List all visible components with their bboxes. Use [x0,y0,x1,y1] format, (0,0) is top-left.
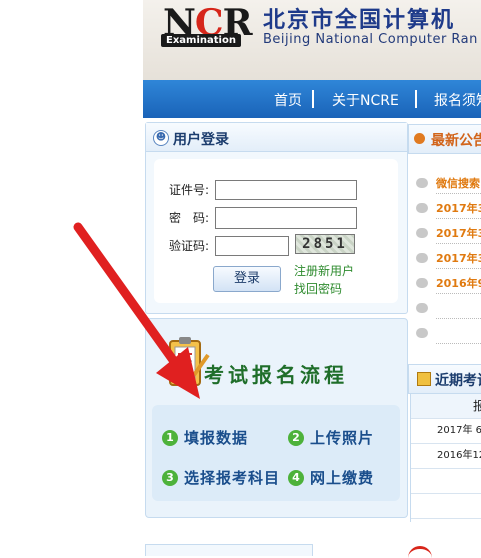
divider [436,193,481,195]
nav-separator [415,90,417,108]
red-arrow-annotation [73,222,200,399]
forgot-password-link[interactable]: 找回密码 [294,280,342,297]
notice-item[interactable]: 2017年3, [436,250,481,266]
table-header: 报 [411,394,481,419]
id-number-input[interactable] [215,180,357,200]
notice-item[interactable]: 2016年9, [436,275,481,291]
nav-item-home[interactable]: 首页 [274,90,302,110]
header-banner: NCR Examination 北京市全国计算机 Beijing Nationa… [143,0,481,80]
table-row [411,469,481,494]
table-row: 2017年 6 [411,419,481,444]
divider [436,293,481,295]
recent-exams-title: 近期考试 [435,373,481,389]
step-number: 3 [162,470,178,486]
id-number-label: 证件号: [169,183,210,197]
nav-separator [312,90,314,108]
speech-bubble-icon [416,253,428,263]
register-link[interactable]: 注册新用户 [294,262,354,279]
step-upload-photo[interactable]: 2 上传照片 [288,427,374,448]
divider [436,343,481,345]
table-row: 2016年12 [411,444,481,469]
step-label: 网上缴费 [310,469,375,487]
nav-item-about[interactable]: 关于NCRE [332,90,399,110]
logo-tagline: Examination [161,34,241,47]
nav-item-registration-notice[interactable]: 报名须知 [434,90,481,110]
step-label: 上传照片 [310,429,375,447]
divider [436,243,481,245]
bottom-panel-header [145,544,313,556]
main-nav: 首页 关于NCRE 报名须知 [143,80,481,118]
speech-bubble-icon [416,278,428,288]
step-online-payment[interactable]: 4 网上缴费 [288,467,374,488]
step-select-subject[interactable]: 3 选择报考科目 [162,467,280,488]
step-fill-data[interactable]: 1 填报数据 [162,427,248,448]
step-number: 1 [162,430,178,446]
login-title: 用户登录 [173,132,229,148]
step-number: 4 [288,470,304,486]
recent-exams-table: 报 2017年 6 2016年12 [410,394,481,522]
notice-item[interactable]: 2017年3, [436,200,481,216]
bottom-red-logo [408,546,432,558]
notices-header: 最新公告 [408,124,481,154]
divider [436,318,481,320]
step-number: 2 [288,430,304,446]
notice-item[interactable]: 2017年3, [436,225,481,241]
login-panel-header: ☻ 用户登录 [146,123,407,152]
divider [436,268,481,270]
speech-bubble-icon [416,178,428,188]
notice-icon [414,133,425,144]
captcha-image[interactable]: 2851 [295,234,355,254]
pencil-icon [417,372,431,386]
ncre-logo: NCR Examination [159,2,255,48]
step-label: 选择报考科目 [184,469,281,487]
step-label: 填报数据 [184,429,249,447]
user-icon: ☻ [153,130,169,146]
table-row [411,494,481,519]
notices-title: 最新公告 [431,133,481,149]
site-name-cn: 北京市全国计算机 [263,8,456,33]
speech-bubble-icon [416,303,428,313]
site-name-en: Beijing National Computer Ran [263,32,478,47]
recent-exams-header: 近期考试 [408,364,481,394]
divider [436,218,481,220]
speech-bubble-icon [416,203,428,213]
speech-bubble-icon [416,328,428,338]
speech-bubble-icon [416,228,428,238]
notice-item[interactable]: 微信搜索 [436,175,480,191]
